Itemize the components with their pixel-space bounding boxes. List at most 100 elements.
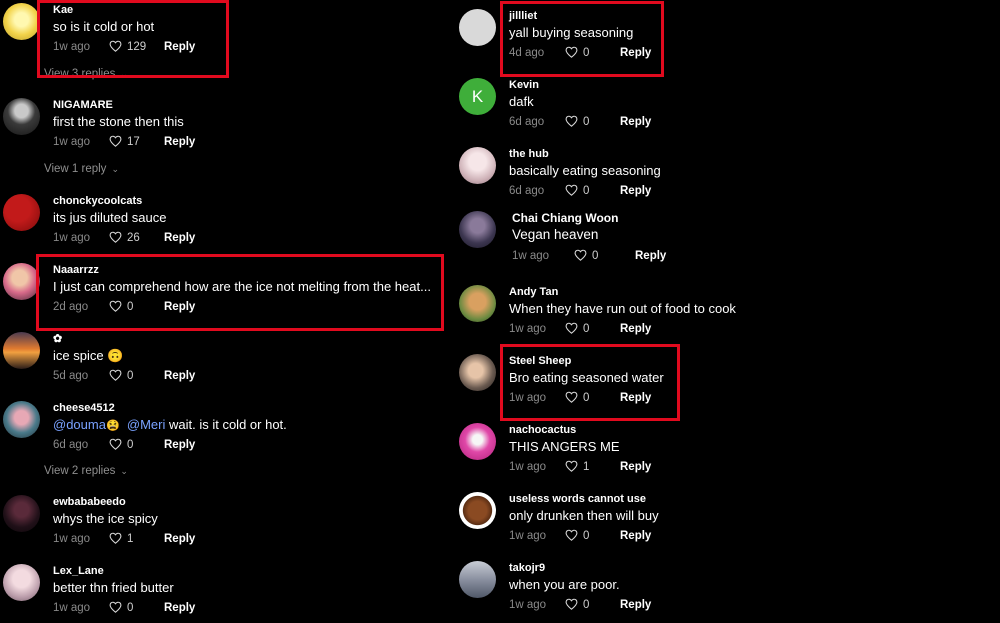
comment-username[interactable]: ewbababeedo bbox=[53, 495, 195, 509]
heart-icon[interactable] bbox=[109, 369, 122, 381]
heart-icon[interactable] bbox=[565, 460, 578, 472]
reply-button[interactable]: Reply bbox=[164, 232, 195, 244]
avatar[interactable] bbox=[459, 9, 496, 46]
reply-button[interactable]: Reply bbox=[635, 250, 666, 262]
like-count: 0 bbox=[583, 116, 590, 128]
avatar[interactable] bbox=[3, 3, 40, 40]
like-button[interactable]: 0 bbox=[565, 597, 620, 613]
heart-icon[interactable] bbox=[109, 601, 122, 613]
view-replies-label: View 1 reply bbox=[44, 163, 107, 175]
comment-date: 6d ago bbox=[509, 185, 545, 197]
avatar[interactable] bbox=[459, 285, 496, 322]
comment-username[interactable]: Lex_Lane bbox=[53, 564, 195, 578]
like-button[interactable]: 0 bbox=[109, 368, 164, 384]
reply-button[interactable]: Reply bbox=[164, 136, 195, 148]
comment-username[interactable]: takojr9 bbox=[509, 561, 651, 575]
heart-icon[interactable] bbox=[109, 532, 122, 544]
emoji: 😫 bbox=[105, 420, 120, 432]
comment-date: 1w ago bbox=[512, 250, 550, 262]
comment-username[interactable]: nachocactus bbox=[509, 423, 651, 437]
comment-username[interactable]: chonckycoolcats bbox=[53, 194, 195, 208]
heart-icon[interactable] bbox=[565, 115, 578, 127]
heart-icon[interactable] bbox=[565, 184, 578, 196]
chevron-down-icon: ⌄ bbox=[120, 466, 128, 476]
comment-text: whys the ice spicy bbox=[53, 511, 158, 526]
comment-date: 1w ago bbox=[509, 530, 547, 542]
reply-button[interactable]: Reply bbox=[164, 602, 195, 614]
heart-icon[interactable] bbox=[109, 438, 122, 450]
comment-username[interactable]: Andy Tan bbox=[509, 285, 736, 299]
like-count: 0 bbox=[583, 323, 590, 335]
like-count: 17 bbox=[127, 136, 140, 148]
like-count: 0 bbox=[127, 439, 134, 451]
heart-icon[interactable] bbox=[109, 231, 122, 243]
comment-text: when you are poor. bbox=[509, 577, 620, 592]
comment-username[interactable]: ✿ bbox=[53, 332, 195, 346]
mention-link[interactable]: @douma bbox=[53, 417, 106, 432]
avatar[interactable] bbox=[3, 401, 40, 438]
like-count: 0 bbox=[127, 370, 134, 382]
view-replies-button[interactable]: View 2 replies ⌄ bbox=[44, 465, 128, 477]
reply-button[interactable]: Reply bbox=[620, 461, 651, 473]
comment-date: 1w ago bbox=[53, 533, 91, 545]
reply-button[interactable]: Reply bbox=[620, 116, 651, 128]
like-button[interactable]: 1 bbox=[565, 459, 620, 475]
like-button[interactable]: 26 bbox=[109, 230, 164, 246]
comment-text: its jus diluted sauce bbox=[53, 210, 167, 225]
comment-username[interactable]: cheese4512 bbox=[53, 401, 287, 415]
like-button[interactable]: 0 bbox=[565, 114, 620, 130]
heart-icon[interactable] bbox=[565, 529, 578, 541]
comment-username[interactable]: NIGAMARE bbox=[53, 98, 195, 112]
reply-button[interactable]: Reply bbox=[620, 185, 651, 197]
heart-icon[interactable] bbox=[565, 322, 578, 334]
mention-link[interactable]: @Meri bbox=[127, 417, 165, 432]
like-button[interactable]: 0 bbox=[565, 528, 620, 544]
comment-date: 5d ago bbox=[53, 370, 89, 382]
comment-username[interactable]: Kevin bbox=[509, 78, 651, 92]
comment-username[interactable]: the hub bbox=[509, 147, 661, 161]
heart-icon[interactable] bbox=[109, 135, 122, 147]
reply-button[interactable]: Reply bbox=[620, 323, 651, 335]
avatar[interactable] bbox=[459, 211, 496, 248]
avatar[interactable] bbox=[459, 561, 496, 598]
view-replies-button[interactable]: View 1 reply ⌄ bbox=[44, 163, 119, 175]
comment-date: 6d ago bbox=[509, 116, 545, 128]
reply-button[interactable]: Reply bbox=[164, 370, 195, 382]
like-button[interactable]: 0 bbox=[109, 600, 164, 616]
comment-text: ice spice 🙃 bbox=[53, 348, 124, 363]
heart-icon[interactable] bbox=[565, 598, 578, 610]
avatar[interactable] bbox=[459, 492, 496, 529]
avatar[interactable] bbox=[3, 495, 40, 532]
avatar[interactable] bbox=[459, 423, 496, 460]
comment-text: first the stone then this bbox=[53, 114, 184, 129]
avatar[interactable] bbox=[3, 98, 40, 135]
heart-icon[interactable] bbox=[574, 249, 587, 261]
avatar-letter: K bbox=[471, 86, 484, 106]
like-button[interactable]: 0 bbox=[565, 183, 620, 199]
comment-text: dafk bbox=[509, 94, 534, 109]
avatar[interactable]: K bbox=[459, 78, 496, 115]
like-count: 0 bbox=[583, 530, 590, 542]
reply-button[interactable]: Reply bbox=[620, 599, 651, 611]
reply-button[interactable]: Reply bbox=[164, 533, 195, 545]
reply-button[interactable]: Reply bbox=[620, 530, 651, 542]
comment-date: 1w ago bbox=[509, 323, 547, 335]
comment-username[interactable]: Chai Chiang Woon bbox=[512, 211, 666, 225]
view-replies-label: View 2 replies bbox=[44, 465, 116, 477]
like-button[interactable]: 17 bbox=[109, 134, 164, 150]
avatar[interactable] bbox=[459, 147, 496, 184]
like-button[interactable]: 0 bbox=[565, 321, 620, 337]
avatar[interactable] bbox=[3, 332, 40, 369]
comment-username[interactable]: useless words cannot use bbox=[509, 492, 659, 506]
reply-button[interactable]: Reply bbox=[164, 439, 195, 451]
like-button[interactable]: 0 bbox=[109, 437, 164, 453]
like-button[interactable]: 1 bbox=[109, 531, 164, 547]
comment-text: Vegan heaven bbox=[512, 227, 599, 242]
avatar[interactable] bbox=[3, 263, 40, 300]
avatar[interactable] bbox=[459, 354, 496, 391]
like-button[interactable]: 0 bbox=[574, 248, 635, 264]
like-count: 0 bbox=[583, 599, 590, 611]
avatar[interactable] bbox=[3, 564, 40, 601]
comment-date: 1w ago bbox=[509, 599, 547, 611]
avatar[interactable] bbox=[3, 194, 40, 231]
